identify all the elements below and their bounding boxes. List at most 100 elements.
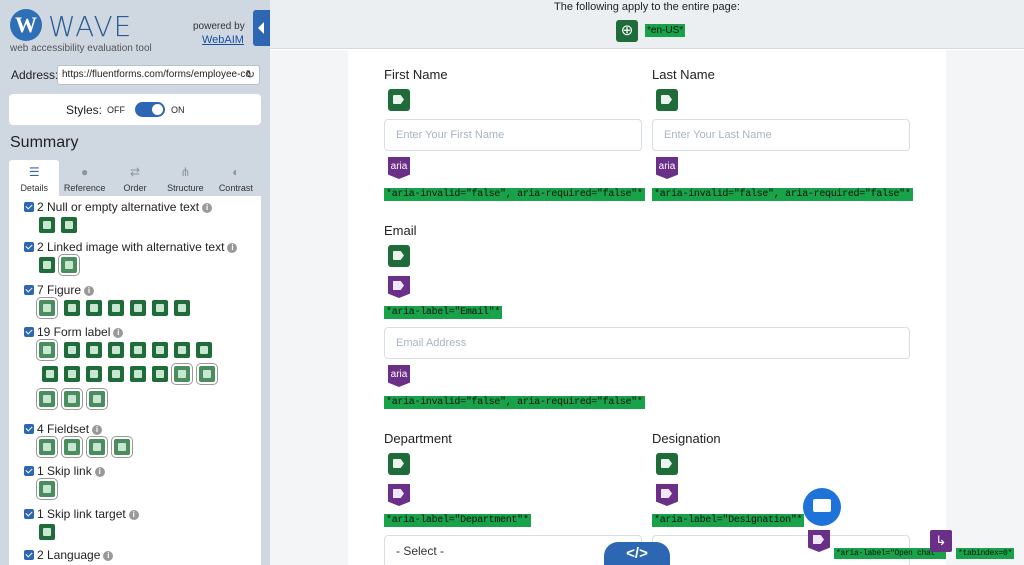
category-checkbox[interactable] (24, 466, 34, 476)
form-label-icon[interactable] (64, 342, 80, 358)
aria-icon[interactable]: aria (388, 365, 410, 387)
category-checkbox[interactable] (24, 424, 34, 434)
fieldset-icon[interactable] (36, 436, 58, 458)
fieldset-icon[interactable] (111, 436, 133, 458)
category-checkbox[interactable] (24, 285, 34, 295)
tab-structure[interactable]: ⋔ Structure (160, 160, 210, 196)
form-label-icon[interactable] (86, 388, 108, 410)
figure-icon[interactable] (152, 300, 168, 316)
form-label-icon[interactable] (656, 453, 678, 475)
aria-state-tag: *aria-invalid="false", aria-required="fa… (384, 396, 645, 409)
aria-label-icon[interactable] (388, 276, 410, 298)
figure-icon[interactable] (174, 300, 190, 316)
fieldset-icon[interactable] (61, 436, 83, 458)
form-label-icon[interactable] (388, 245, 410, 267)
category-checkbox[interactable] (24, 550, 34, 560)
info-icon[interactable]: i (128, 510, 139, 520)
aria-label-icon[interactable] (388, 484, 410, 506)
collapse-sidebar-button[interactable] (253, 10, 270, 46)
styles-toggle[interactable] (135, 102, 165, 117)
reload-icon[interactable]: ↻ (246, 66, 255, 84)
form-label-icon[interactable] (108, 342, 124, 358)
form-label-icon[interactable] (36, 388, 58, 410)
open-chat-button[interactable] (803, 488, 841, 526)
category-text: 7 Figure (37, 283, 82, 297)
figure-icon[interactable] (108, 300, 124, 316)
form-label-icon[interactable] (152, 366, 168, 382)
form-label-icon[interactable] (108, 366, 124, 382)
info-icon[interactable]: i (103, 551, 114, 561)
tab-reference[interactable]: ● Reference (59, 160, 109, 196)
language-tag: *en-US* (645, 24, 686, 37)
webaim-link[interactable]: WebAIM (202, 34, 244, 46)
category-checkbox[interactable] (24, 327, 34, 337)
icon-row (9, 478, 261, 500)
form-label-icon[interactable] (152, 342, 168, 358)
form-label-icon[interactable] (42, 366, 58, 382)
tab-structure-label: Structure (167, 183, 204, 193)
form-label-icon[interactable] (174, 342, 190, 358)
globe-icon[interactable]: ⊕ (616, 20, 638, 42)
figure-icon[interactable] (130, 300, 146, 316)
icon-row (9, 363, 261, 385)
linked-image-icon[interactable] (39, 257, 55, 273)
form-label-icon[interactable] (130, 342, 146, 358)
skip-link-icon[interactable] (36, 478, 58, 500)
first-name-input[interactable]: Enter Your First Name (384, 119, 642, 151)
tabindex-icon[interactable]: ↳ (930, 530, 952, 552)
tab-contrast[interactable]: ◐ Contrast (211, 160, 261, 196)
tab-reference-label: Reference (63, 183, 106, 193)
category-linked-image: 2 Linked image with alternative text i (9, 238, 261, 276)
designation-label: Designation (652, 431, 721, 446)
address-label: Address: (11, 68, 59, 82)
form-label-icon[interactable] (388, 89, 410, 111)
form-label-icon[interactable] (196, 342, 212, 358)
first-name-label: First Name (384, 67, 448, 82)
aria-icon[interactable]: aria (656, 157, 678, 179)
figure-icon[interactable] (64, 300, 80, 316)
form-label-icon[interactable] (388, 453, 410, 475)
skip-link-target-icon[interactable] (39, 524, 55, 540)
form-label-icon[interactable] (171, 363, 193, 385)
form-label-icon[interactable] (61, 388, 83, 410)
powered-by-label: powered by (193, 21, 245, 32)
info-icon[interactable]: i (202, 203, 213, 213)
category-checkbox[interactable] (24, 202, 34, 212)
info-icon[interactable]: i (227, 243, 238, 253)
tab-details[interactable]: ☰ Details (9, 160, 60, 196)
category-label: 2 Linked image with alternative text i (37, 240, 238, 254)
form-label-icon[interactable] (64, 366, 80, 382)
address-input[interactable]: https://fluentforms.com/forms/employee-c… (57, 65, 260, 85)
tab-order[interactable]: ⇄ Order (110, 160, 160, 196)
info-icon[interactable]: i (84, 286, 95, 296)
category-header: 2 Null or empty alternative text i (9, 198, 261, 214)
info-icon[interactable]: i (94, 467, 105, 477)
category-label: 1 Skip link i (37, 464, 105, 478)
figure-icon[interactable] (36, 297, 58, 319)
form-label-icon[interactable] (196, 363, 218, 385)
last-name-input[interactable]: Enter Your Last Name (652, 119, 910, 151)
aria-icon[interactable]: aria (388, 157, 410, 179)
form-label-icon[interactable] (86, 366, 102, 382)
aria-label-icon[interactable] (656, 484, 678, 506)
fieldset-icon[interactable] (86, 436, 108, 458)
aria-label-icon[interactable] (808, 530, 830, 552)
info-icon[interactable]: i (113, 328, 124, 338)
form-label-icon[interactable] (130, 366, 146, 382)
form-label-icon[interactable] (86, 342, 102, 358)
last-name-label: Last Name (652, 67, 715, 82)
form-label-icon[interactable] (656, 89, 678, 111)
tab-order-label: Order (123, 183, 147, 193)
figure-icon[interactable] (86, 300, 102, 316)
null-alt-icon[interactable] (39, 217, 55, 233)
code-view-toggle[interactable]: </> (604, 542, 670, 565)
info-icon[interactable]: i (92, 425, 103, 435)
aria-state-tag: *aria-invalid="false", aria-required="fa… (384, 188, 645, 201)
form-label-icon[interactable] (36, 339, 58, 361)
null-alt-icon[interactable] (61, 217, 77, 233)
category-checkbox[interactable] (24, 242, 34, 252)
category-checkbox[interactable] (24, 509, 34, 519)
email-input[interactable]: Email Address (384, 327, 910, 359)
category-label: 2 Null or empty alternative text i (37, 200, 213, 214)
linked-image-icon[interactable] (58, 254, 80, 276)
